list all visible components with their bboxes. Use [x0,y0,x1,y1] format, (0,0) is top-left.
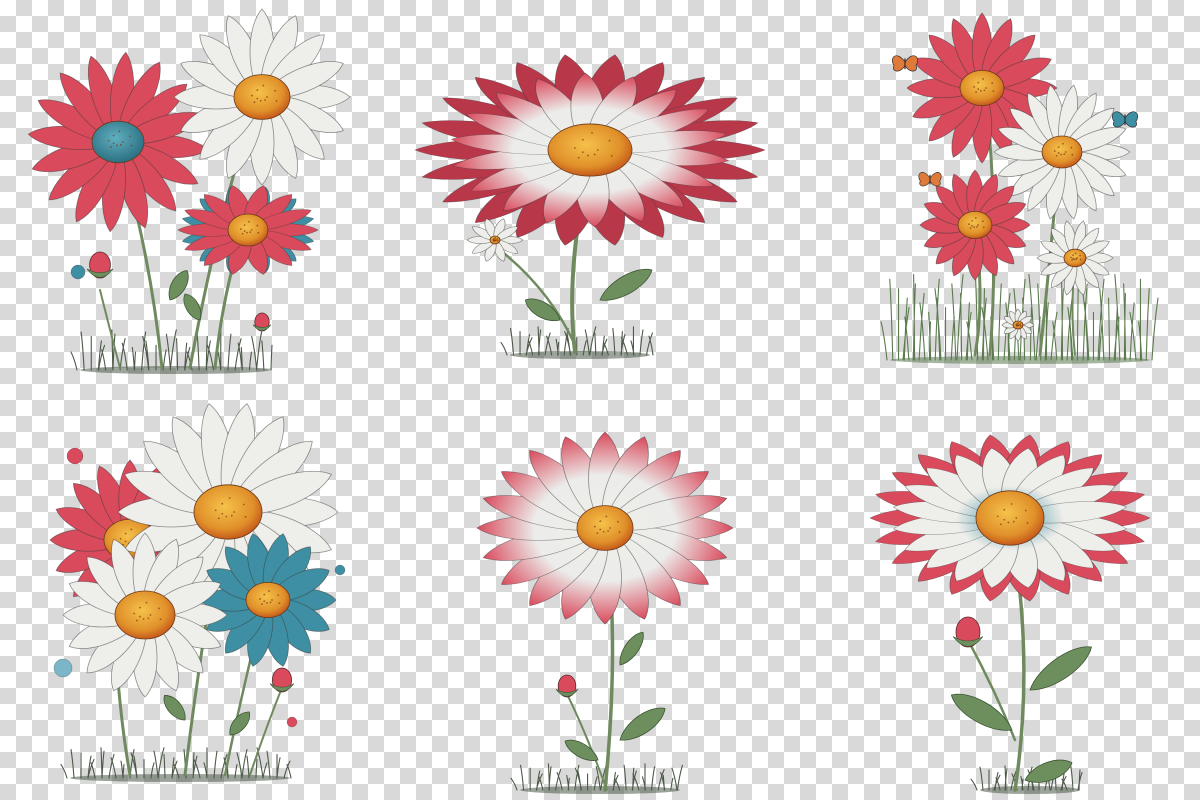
panel-single-white-pink-tips [476,431,734,794]
flower-center [957,210,993,239]
panel-cluster-red-white-teal [27,8,351,374]
leaf [229,711,251,736]
decorative-dot [70,264,86,280]
flower-center [91,120,145,164]
flower-center [576,505,634,551]
daisy [177,185,319,275]
leaf [599,268,653,301]
flower-center [245,582,291,619]
panel-single-large-red-white [414,54,766,359]
daisy [919,169,1031,281]
flower-center [193,484,263,540]
leaf [524,298,561,322]
daisy [466,218,524,262]
flower-center [1063,248,1087,268]
butterfly-icon [1111,111,1139,128]
flower-bud [555,674,579,698]
daisy [869,434,1151,602]
leaf [163,695,186,721]
decorative-dot [53,658,73,678]
daisy-flowers [27,8,351,275]
decorative-dot [66,447,84,465]
grass-tuft [70,329,273,374]
grass-tuft [510,763,683,794]
flower-center [547,123,633,177]
leaf [1029,646,1092,691]
butterfly-icon [891,55,919,72]
panel-single-white-red-outer [869,434,1151,794]
flower-center [227,213,269,247]
daisy [62,532,228,698]
panel-bouquet-mixed [49,403,346,782]
daisy-flowers [476,431,734,698]
decorative-dot [286,716,298,728]
flower-bud [86,251,114,279]
flower-collection-canvas [27,8,1159,794]
flower-bud [952,616,984,648]
butterfly-icon [918,172,942,187]
flower-bud [252,312,272,332]
flower-center [114,590,176,640]
daisy [27,51,209,233]
panel-daisies-with-butterflies [880,12,1159,364]
flower-center [1041,135,1083,169]
leaf [1024,759,1073,783]
leaf [619,707,666,741]
grass-tuft [500,326,654,359]
stem [564,689,606,786]
decorative-dot [334,564,346,576]
daisy-flowers [869,434,1151,648]
daisy [414,54,766,246]
flower-center [959,70,1005,107]
flower-bud [269,667,295,693]
daisy [476,431,734,625]
leaf [950,693,1013,731]
flower-center [233,74,291,120]
flower-center [975,490,1045,546]
daisy-flowers [414,54,766,262]
daisy [173,8,351,186]
daisy-flowers [49,403,339,698]
leaf [619,631,644,666]
